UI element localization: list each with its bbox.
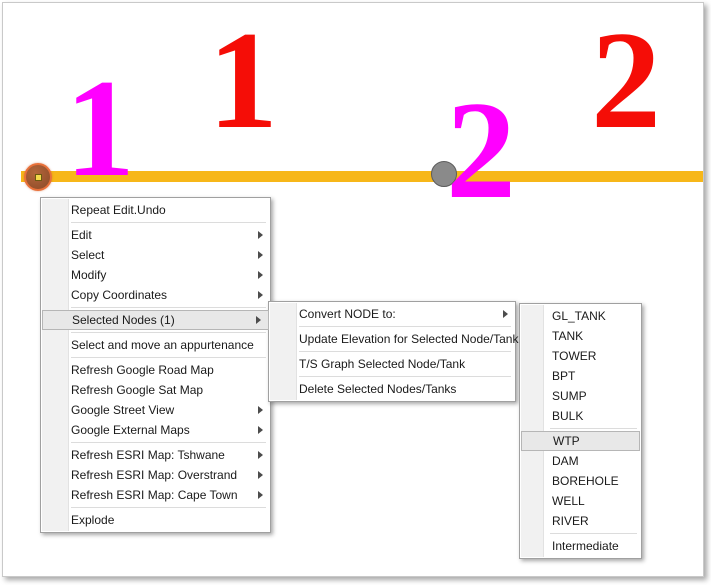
menu-item-label: GL_TANK bbox=[552, 309, 606, 323]
menu-item-label: Refresh ESRI Map: Overstrand bbox=[71, 468, 238, 482]
menu-selected-nodes-list: Convert NODE to: Update Elevation for Sel… bbox=[269, 304, 519, 399]
context-menu-convert-node[interactable]: GL_TANK TANK TOWER BPT SUMP BULK WTP DAM BOREHOL… bbox=[519, 303, 642, 559]
selection-handle bbox=[35, 174, 42, 181]
menu-separator bbox=[299, 326, 511, 327]
submenu-arrow-icon bbox=[256, 316, 261, 324]
menu-item-copy-coordinates[interactable]: Copy Coordinates bbox=[41, 285, 270, 305]
menu-item-refresh-google-sat-map[interactable]: Refresh Google Sat Map bbox=[41, 380, 270, 400]
menu-item-delete-selected-nodes-tanks[interactable]: Delete Selected Nodes/Tanks bbox=[269, 379, 515, 399]
menu-item-label: Modify bbox=[71, 268, 107, 282]
submenu-arrow-icon bbox=[258, 291, 263, 299]
link-label-1: 1 bbox=[208, 3, 278, 158]
menu-item-label: TOWER bbox=[552, 349, 597, 363]
menu-convert-node-list: GL_TANK TANK TOWER BPT SUMP BULK WTP DAM BOREHOL… bbox=[520, 306, 641, 556]
menu-separator bbox=[550, 533, 637, 534]
menu-item-label: Google External Maps bbox=[71, 423, 190, 437]
submenu-arrow-icon bbox=[503, 310, 508, 318]
menu-item-label: SUMP bbox=[552, 389, 587, 403]
submenu-arrow-icon bbox=[258, 406, 263, 414]
menu-item-edit[interactable]: Edit bbox=[41, 225, 270, 245]
menu-item-label: Intermediate bbox=[552, 539, 619, 553]
submenu-arrow-icon bbox=[258, 491, 263, 499]
menu-item-refresh-google-road-map[interactable]: Refresh Google Road Map bbox=[41, 360, 270, 380]
menu-separator bbox=[71, 442, 266, 443]
menu-item-label: WTP bbox=[553, 434, 580, 448]
menu-item-label: BPT bbox=[552, 369, 576, 383]
context-menu-selected-nodes[interactable]: Convert NODE to: Update Elevation for Sel… bbox=[268, 301, 519, 402]
menu-item-label: DAM bbox=[552, 454, 579, 468]
menu-item-label: WELL bbox=[552, 494, 585, 508]
menu-item-select[interactable]: Select bbox=[41, 245, 270, 265]
menu-item-label: Copy Coordinates bbox=[71, 288, 168, 302]
menu-item-label: Refresh Google Road Map bbox=[71, 363, 214, 377]
menu-item-label: Refresh Google Sat Map bbox=[71, 383, 204, 397]
menu-item-label: BOREHOLE bbox=[552, 474, 619, 488]
menu-item-intermediate[interactable]: Intermediate bbox=[520, 536, 641, 556]
menu-item-refresh-esri-map-cape-town[interactable]: Refresh ESRI Map: Cape Town bbox=[41, 485, 270, 505]
menu-item-label: Refresh ESRI Map: Cape Town bbox=[71, 488, 238, 502]
menu-item-update-elevation-for-selected-node-tank[interactable]: Update Elevation for Selected Node/Tank bbox=[269, 329, 519, 349]
menu-item-bpt[interactable]: BPT bbox=[520, 366, 641, 386]
menu-separator bbox=[71, 507, 266, 508]
menu-item-river[interactable]: RIVER bbox=[520, 511, 641, 531]
submenu-arrow-icon bbox=[258, 451, 263, 459]
menu-item-bulk[interactable]: BULK bbox=[520, 406, 641, 426]
menu-item-tower[interactable]: TOWER bbox=[520, 346, 641, 366]
menu-item-label: Explode bbox=[71, 513, 115, 527]
menu-item-google-external-maps[interactable]: Google External Maps bbox=[41, 420, 270, 440]
menu-item-label: Select bbox=[71, 248, 105, 262]
menu-item-google-street-view[interactable]: Google Street View bbox=[41, 400, 270, 420]
application-window: 1 1 2 2 Repeat Edit.Undo Edit Select Modify… bbox=[2, 2, 704, 577]
menu-item-selected-nodes-1[interactable]: Selected Nodes (1) bbox=[42, 310, 269, 330]
menu-item-label: TANK bbox=[552, 329, 584, 343]
submenu-arrow-icon bbox=[258, 231, 263, 239]
menu-separator bbox=[71, 222, 266, 223]
node-label-2: 2 bbox=[446, 73, 516, 228]
menu-item-refresh-esri-map-tshwane[interactable]: Refresh ESRI Map: Tshwane bbox=[41, 445, 270, 465]
menu-item-label: Select and move an appurtenance bbox=[71, 338, 254, 352]
menu-item-label: Google Street View bbox=[71, 403, 175, 417]
menu-item-borehole[interactable]: BOREHOLE bbox=[520, 471, 641, 491]
menu-item-dam[interactable]: DAM bbox=[520, 451, 641, 471]
menu-item-label: Convert NODE to: bbox=[299, 307, 396, 321]
context-menu-main[interactable]: Repeat Edit.Undo Edit Select Modify Copy Coo… bbox=[40, 197, 271, 533]
menu-separator bbox=[299, 376, 511, 377]
menu-item-label: BULK bbox=[552, 409, 584, 423]
menu-item-label: Refresh ESRI Map: Tshwane bbox=[71, 448, 225, 462]
menu-item-refresh-esri-map-overstrand[interactable]: Refresh ESRI Map: Overstrand bbox=[41, 465, 270, 485]
menu-item-well[interactable]: WELL bbox=[520, 491, 641, 511]
submenu-arrow-icon bbox=[258, 426, 263, 434]
menu-item-label: Selected Nodes (1) bbox=[72, 313, 175, 327]
menu-separator bbox=[71, 307, 266, 308]
submenu-arrow-icon bbox=[258, 471, 263, 479]
menu-item-explode[interactable]: Explode bbox=[41, 510, 270, 530]
submenu-arrow-icon bbox=[258, 271, 263, 279]
menu-item-label: Update Elevation for Selected Node/Tank bbox=[299, 332, 519, 346]
menu-item-sump[interactable]: SUMP bbox=[520, 386, 641, 406]
menu-item-gl-tank[interactable]: GL_TANK bbox=[520, 306, 641, 326]
menu-main-list: Repeat Edit.Undo Edit Select Modify Copy Coo… bbox=[41, 200, 270, 530]
node-label-1: 1 bbox=[65, 51, 135, 206]
menu-separator bbox=[550, 428, 637, 429]
menu-item-repeat-edit-undo[interactable]: Repeat Edit.Undo bbox=[41, 200, 270, 220]
menu-item-label: RIVER bbox=[552, 514, 589, 528]
link-label-2: 2 bbox=[591, 3, 661, 158]
menu-item-t-s-graph-selected-node-tank[interactable]: T/S Graph Selected Node/Tank bbox=[269, 354, 515, 374]
menu-separator bbox=[71, 332, 266, 333]
menu-item-select-and-move-an-appurtenance[interactable]: Select and move an appurtenance bbox=[41, 335, 270, 355]
submenu-arrow-icon bbox=[258, 251, 263, 259]
menu-item-label: Delete Selected Nodes/Tanks bbox=[299, 382, 457, 396]
menu-separator bbox=[299, 351, 511, 352]
selected-node-marker[interactable] bbox=[24, 163, 52, 191]
menu-item-wtp[interactable]: WTP bbox=[521, 431, 640, 451]
menu-item-label: T/S Graph Selected Node/Tank bbox=[299, 357, 466, 371]
menu-item-tank[interactable]: TANK bbox=[520, 326, 641, 346]
menu-item-label: Edit bbox=[71, 228, 92, 242]
menu-separator bbox=[71, 357, 266, 358]
menu-item-label: Repeat Edit.Undo bbox=[71, 203, 166, 217]
menu-item-modify[interactable]: Modify bbox=[41, 265, 270, 285]
menu-item-convert-node-to[interactable]: Convert NODE to: bbox=[269, 304, 515, 324]
